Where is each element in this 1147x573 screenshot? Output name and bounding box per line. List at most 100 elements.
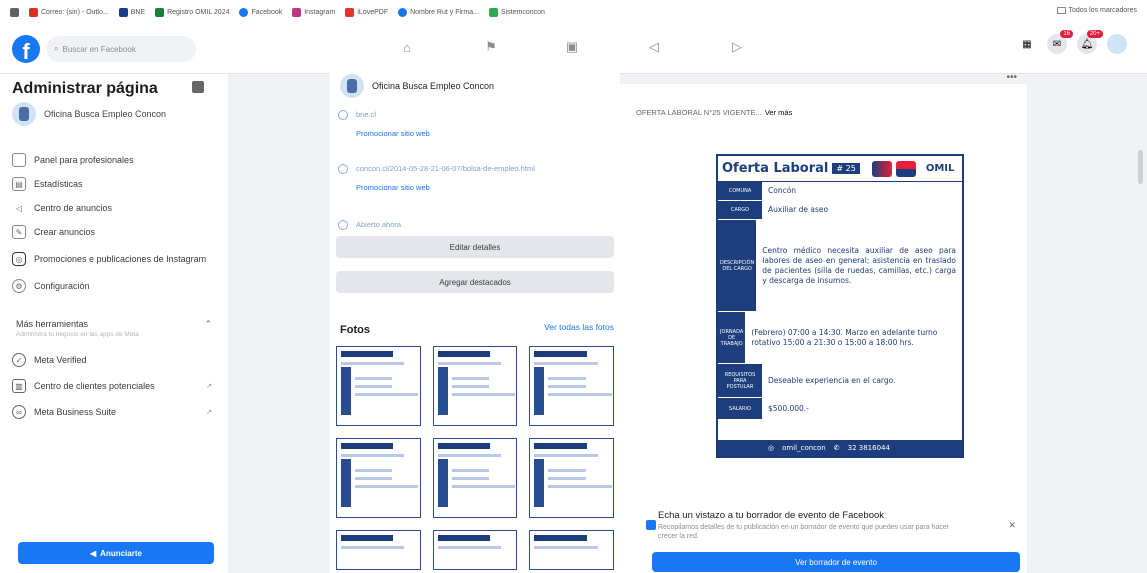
- event-draft-card: Echa un vistazo a tu borrador de evento …: [646, 510, 1020, 541]
- see-more-link[interactable]: Ver más: [765, 108, 793, 117]
- website-link[interactable]: bne.cl: [356, 110, 430, 119]
- hours-row: Abierto ahora: [338, 220, 401, 230]
- megaphone-icon[interactable]: ◁: [645, 38, 663, 56]
- bookmark-label: iLovePDF: [357, 8, 389, 16]
- offer-key: DESCRIPCIÓN DEL CARGO: [718, 220, 757, 312]
- avatar[interactable]: [1107, 34, 1127, 54]
- offer-value: (Febrero) 07:00 a 14:30. Marzo en adelan…: [751, 327, 938, 347]
- bookmark-item[interactable]: BNE: [118, 7, 145, 17]
- bell-icon[interactable]: 🔔︎ 20+: [1077, 30, 1103, 54]
- bookmark-apps[interactable]: [10, 7, 19, 17]
- promote-website-link[interactable]: Promocionar sitio web: [356, 183, 535, 192]
- bookmark-item[interactable]: iLovePDF: [345, 7, 389, 17]
- bookmark-item[interactable]: Instagram: [292, 7, 336, 17]
- bookmark-item[interactable]: Registro OMIL 2024: [155, 7, 229, 17]
- whatsapp-icon: ✆: [833, 444, 840, 452]
- sidebar-item-ad-center[interactable]: ◁ Centro de anuncios: [12, 196, 218, 220]
- website-link[interactable]: concon.cl/2014-05-28-21-06-07/bolsa-de-e…: [356, 164, 535, 173]
- photo-thumbnail[interactable]: [432, 438, 518, 518]
- home-icon[interactable]: ⌂: [398, 38, 416, 56]
- job-offer-image[interactable]: Oferta Laboral # 25 OMIL COMUNA Concón CA…: [716, 154, 964, 458]
- bookmark-item[interactable]: Sistemconcon: [488, 7, 545, 17]
- calendar-icon: [646, 520, 656, 530]
- dashboard-icon: [12, 153, 26, 167]
- all-bookmarks[interactable]: Todos los marcadores: [1056, 7, 1137, 14]
- ads-icon[interactable]: ▣: [563, 38, 581, 56]
- sidebar-title: Administrar página: [12, 80, 158, 97]
- page-header[interactable]: Oficina Busca Empleo Concon: [340, 74, 494, 98]
- facebook-topbar: f ⌕ Buscar en Facebook ⌂ ⚑ ▣ ◁ ▷ ▦ ✉ 16 🔔…: [0, 24, 1147, 74]
- bookmark-label: Correo: (sin) - Outlo...: [41, 8, 109, 16]
- photo-thumbnail[interactable]: [336, 530, 421, 570]
- menu-grid-icon[interactable]: ▦: [1017, 34, 1037, 54]
- draft-subtitle: Recopilamos detalles de tu publicación e…: [658, 524, 950, 541]
- ilovepdf-icon: [345, 7, 355, 17]
- bookmark-label: Nombre Rut y Firma...: [410, 8, 479, 16]
- offer-key: JORNADA DE TRABAJO: [718, 312, 746, 364]
- tool-business-suite[interactable]: ∞ Meta Business Suite ↗: [12, 399, 218, 425]
- photo-thumbnail[interactable]: [432, 346, 518, 426]
- see-all-photos-link[interactable]: Ver todas las fotos: [544, 322, 614, 332]
- verified-icon: ✓: [12, 353, 26, 367]
- photo-thumbnail[interactable]: [529, 438, 614, 518]
- photos-title: Fotos: [340, 324, 370, 336]
- edit-details-button[interactable]: Editar detalles: [336, 236, 614, 258]
- more-tools-list: ✓ Meta Verified ▥ Centro de clientes poten…: [12, 347, 218, 425]
- scrollbar[interactable]: [1138, 150, 1143, 184]
- view-event-draft-button[interactable]: Ver borrador de evento: [652, 552, 1020, 572]
- offer-key: REQUISITOS PARA POSTULAR: [718, 364, 762, 398]
- bookmark-label: Sistemconcon: [500, 8, 545, 16]
- offer-key: COMUNA: [718, 182, 762, 201]
- page-name: Oficina Busca Empleo Concon: [372, 81, 495, 91]
- page-avatar: [340, 74, 364, 98]
- photo-thumbnail[interactable]: [529, 346, 614, 426]
- photo-thumbnail[interactable]: [336, 346, 421, 426]
- external-link-icon: ↗: [206, 383, 212, 390]
- instagram-handle: omil_concon: [782, 444, 826, 452]
- sidebar-item-instagram[interactable]: ◎ Promociones e publicaciones de Instagra…: [12, 244, 218, 274]
- bne-icon: [118, 7, 128, 17]
- post-caption: OFERTA LABORAL N°25 VIGENTE... Ver más: [636, 108, 792, 117]
- more-tools-header[interactable]: Más herramientas Administra tu negocio e…: [16, 319, 212, 338]
- megaphone-icon: ◀: [90, 548, 97, 558]
- photo-thumbnail[interactable]: [432, 530, 518, 570]
- sidebar-item-create-ads[interactable]: ✎ Crear anuncios: [12, 220, 218, 244]
- close-icon[interactable]: ✕: [1008, 520, 1016, 531]
- bookmarks-bar: Correo: (sin) - Outlo... BNE Registro OM…: [0, 0, 1147, 24]
- sidebar-item-professional-dashboard[interactable]: Panel para profesionales: [12, 148, 218, 172]
- page-switcher[interactable]: Oficina Busca Empleo Concon: [12, 102, 166, 126]
- more-options-icon[interactable]: •••: [1006, 72, 1017, 83]
- sidebar-item-settings[interactable]: ⚙ Configuración: [12, 274, 218, 298]
- tool-leads-center[interactable]: ▥ Centro de clientes potenciales ↗: [12, 373, 218, 399]
- sidebar-item-insights[interactable]: ▤ Estadísticas: [12, 172, 218, 196]
- sidebar-item-label: Crear anuncios: [34, 227, 96, 237]
- folder-icon: [1056, 7, 1066, 14]
- sidebar-item-label: Estadísticas: [34, 179, 83, 189]
- photo-thumbnail[interactable]: [336, 438, 421, 518]
- promote-button[interactable]: ◀ Anunciarte: [18, 542, 214, 564]
- facebook-logo[interactable]: f: [12, 35, 40, 63]
- chevron-up-icon: ⌃: [204, 319, 212, 329]
- offer-row: JORNADA DE TRABAJO (Febrero) 07:00 a 14:3…: [718, 312, 962, 365]
- sheet-icon: [155, 7, 165, 17]
- facebook-icon: [239, 7, 249, 17]
- add-featured-button[interactable]: Agregar destacados: [336, 271, 614, 293]
- messenger-icon[interactable]: ✉ 16: [1047, 30, 1073, 54]
- promote-website-link[interactable]: Promocionar sitio web: [356, 129, 430, 138]
- search-input[interactable]: ⌕ Buscar en Facebook: [46, 36, 196, 62]
- sidebar-toggle-icon[interactable]: [192, 81, 204, 93]
- bookmark-item[interactable]: Nombre Rut y Firma...: [398, 7, 479, 17]
- tool-meta-verified[interactable]: ✓ Meta Verified: [12, 347, 218, 373]
- bookmark-item[interactable]: Correo: (sin) - Outlo...: [29, 7, 109, 17]
- play-icon[interactable]: ▷: [728, 38, 746, 56]
- flag-icon[interactable]: ⚑: [482, 38, 500, 56]
- apps-icon: [10, 7, 19, 17]
- bookmark-item[interactable]: Facebook: [239, 7, 282, 17]
- offer-key: CARGO: [718, 201, 762, 220]
- bookmark-label: Instagram: [304, 8, 336, 16]
- page-avatar: [12, 102, 36, 126]
- instagram-icon: ◎: [12, 252, 26, 266]
- tool-label: Meta Verified: [34, 355, 87, 365]
- search-placeholder: Buscar en Facebook: [62, 44, 136, 54]
- photo-thumbnail[interactable]: [529, 530, 614, 570]
